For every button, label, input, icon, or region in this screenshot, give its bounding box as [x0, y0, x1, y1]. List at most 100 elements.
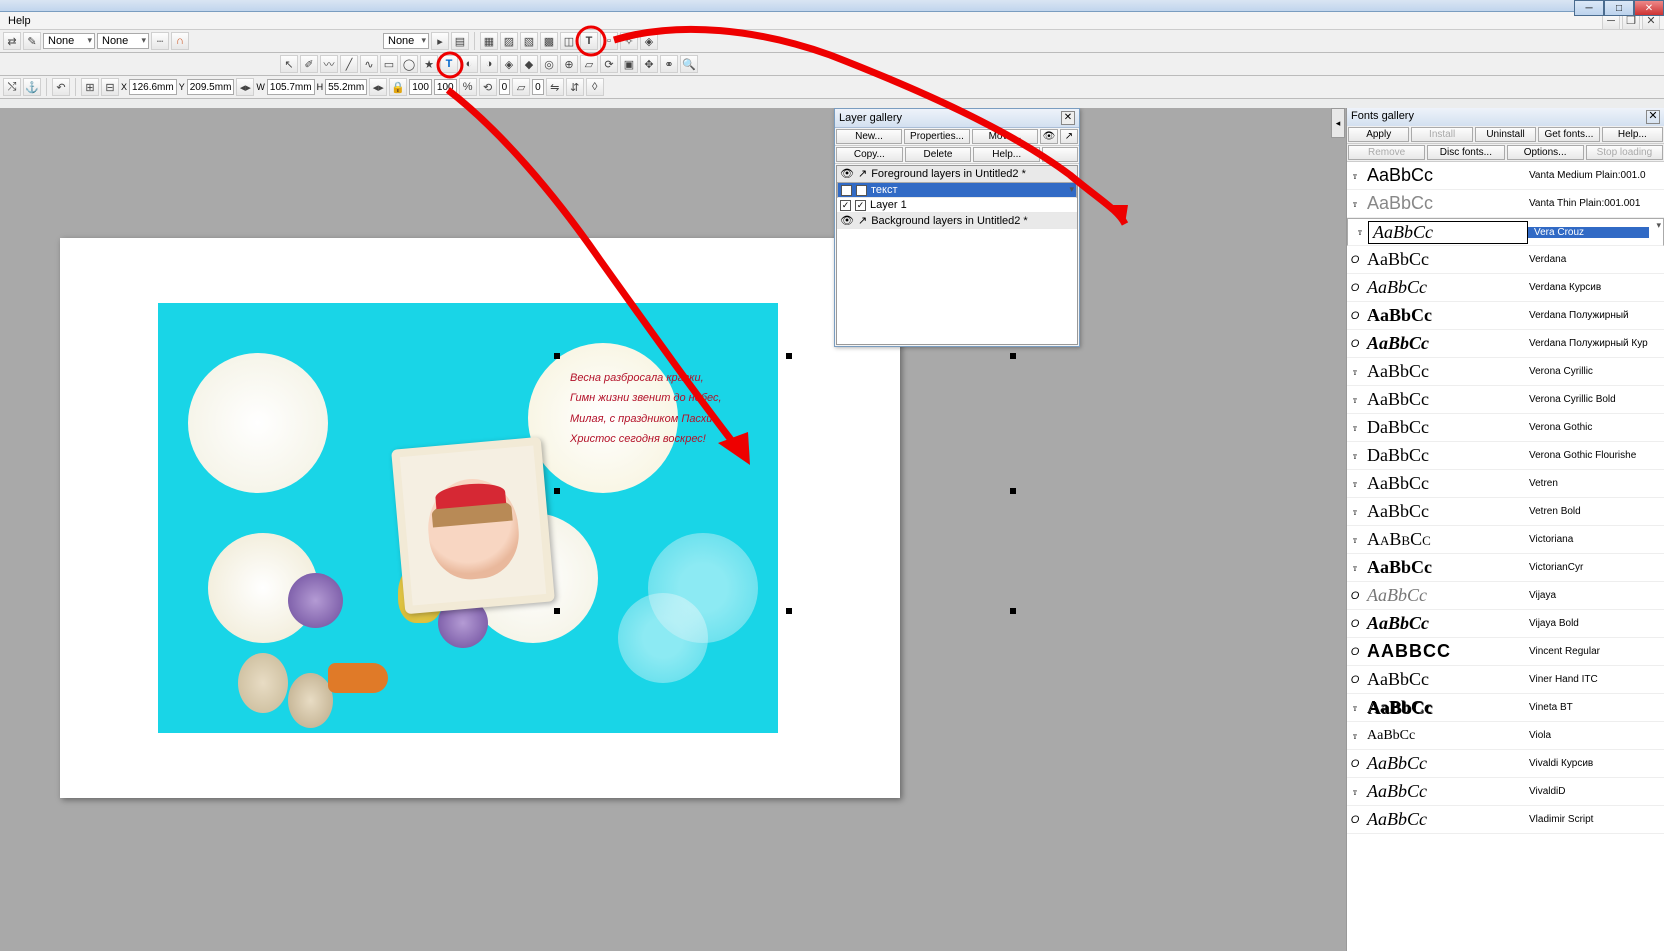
freehand-icon[interactable]: 〰	[320, 55, 338, 73]
text-tool-icon[interactable]: T	[440, 55, 458, 73]
y-coord[interactable]: 209.5mm	[187, 79, 235, 95]
fg-layers-header[interactable]: 👁↗Foreground layers in Untitled2 *	[837, 166, 1077, 182]
angle[interactable]: 0	[499, 79, 511, 95]
properties-button[interactable]: Properties...	[904, 129, 970, 144]
profile-select[interactable]: None	[43, 33, 95, 49]
help-button[interactable]: Help...	[973, 147, 1040, 162]
gallery9-icon[interactable]: ◈	[640, 32, 658, 50]
dash-icon[interactable]: ┄	[151, 32, 169, 50]
font-row[interactable]: тAaBbCcVerona Cyrillic Bold	[1347, 386, 1664, 414]
font-row[interactable]: тAaBbCcVetren	[1347, 470, 1664, 498]
pointer-icon[interactable]: ↖	[280, 55, 298, 73]
rect-icon[interactable]: ▭	[380, 55, 398, 73]
font-row[interactable]: OAaBbCcVijaya Bold	[1347, 610, 1664, 638]
scale2[interactable]: 100	[434, 79, 457, 95]
new-button[interactable]: New...	[836, 129, 902, 144]
font-list[interactable]: тAaBbCcVanta Medium Plain:001.0тAaBbCcVa…	[1347, 162, 1664, 951]
font-row[interactable]: OAaBbCcViner Hand ITC	[1347, 666, 1664, 694]
font-row[interactable]: OAABBCCVincent Regular	[1347, 638, 1664, 666]
delete-button[interactable]: Delete	[905, 147, 972, 162]
pen-icon[interactable]: ✐	[300, 55, 318, 73]
layers-icon[interactable]: ▤	[451, 32, 469, 50]
menu-help[interactable]: Help	[4, 14, 35, 28]
grid2-icon[interactable]: ⊟	[101, 78, 119, 96]
options-button[interactable]: Options...	[1507, 145, 1584, 160]
gallery1-icon[interactable]: ▦	[480, 32, 498, 50]
spin2-icon[interactable]: ◂▸	[369, 78, 387, 96]
push-icon[interactable]: ✥	[640, 55, 658, 73]
curve-icon[interactable]: ∿	[360, 55, 378, 73]
close-button[interactable]: ✕	[1634, 0, 1664, 16]
text-gallery-icon[interactable]: T	[580, 32, 598, 50]
font-row[interactable]: тAaBbCcVictoriana	[1347, 526, 1664, 554]
font-row[interactable]: OAaBbCcVivaldi Курсив	[1347, 750, 1664, 778]
font-row[interactable]: OAaBbCcVerdana Полужирный	[1347, 302, 1664, 330]
profile2-select[interactable]: None	[97, 33, 149, 49]
bevel-icon[interactable]: ◆	[520, 55, 538, 73]
skew-icon[interactable]: ▱	[512, 78, 530, 96]
canvas-area[interactable]: Весна разбросала краски, Гимн жизни звен…	[0, 108, 1346, 951]
live-icon[interactable]: ⟳	[600, 55, 618, 73]
copy-button[interactable]: Copy...	[836, 147, 903, 162]
font-row[interactable]: OAaBbCcVerdana Курсив	[1347, 274, 1664, 302]
percent-icon[interactable]: %	[459, 78, 477, 96]
minimize-button[interactable]: ─	[1574, 0, 1604, 16]
panel-collapse-icon[interactable]: ◂	[1331, 108, 1345, 138]
line-icon[interactable]: ╱	[340, 55, 358, 73]
layer-row-1[interactable]: ✓✓Layer 1	[837, 198, 1077, 213]
lock-icon[interactable]: 🔒	[389, 78, 407, 96]
getfonts-button[interactable]: Get fonts...	[1538, 127, 1599, 142]
w-coord[interactable]: 105.7mm	[267, 79, 315, 95]
font-row[interactable]: OAaBbCcVijaya	[1347, 582, 1664, 610]
font-row[interactable]: тAaBbCcVera Crouz	[1347, 218, 1664, 246]
3d-icon[interactable]: ◊	[586, 78, 604, 96]
grid-icon[interactable]: ⊞	[81, 78, 99, 96]
layer-row-text[interactable]: ✓✓текст	[837, 182, 1077, 198]
scale1[interactable]: 100	[409, 79, 432, 95]
discfonts-button[interactable]: Disc fonts...	[1427, 145, 1504, 160]
font-row[interactable]: тAaBbCcVerona Cyrillic	[1347, 358, 1664, 386]
font-row[interactable]: OAaBbCcVladimir Script	[1347, 806, 1664, 834]
gallery7-icon[interactable]: ▫	[600, 32, 618, 50]
zoom-icon[interactable]: 🔍	[680, 55, 698, 73]
flip-v-icon[interactable]: ⇵	[566, 78, 584, 96]
bg-layers-header[interactable]: 👁↗Background layers in Untitled2 *	[837, 213, 1077, 229]
h-coord[interactable]: 55.2mm	[325, 79, 367, 95]
font-row[interactable]: тAaBbCcVictorianCyr	[1347, 554, 1664, 582]
toggle-icon[interactable]: ⇄	[3, 32, 21, 50]
font-row[interactable]: тAaBbCcViola	[1347, 722, 1664, 750]
font-row[interactable]: тAaBbCcVivaldiD	[1347, 778, 1664, 806]
contour-icon[interactable]: ◎	[540, 55, 558, 73]
poem-text[interactable]: Весна разбросала краски, Гимн жизни звен…	[570, 368, 722, 449]
font-row[interactable]: тAaBbCcVineta BT	[1347, 694, 1664, 722]
font-row[interactable]: тAaBbCcVanta Medium Plain:001.0	[1347, 162, 1664, 190]
ellipse-icon[interactable]: ◯	[400, 55, 418, 73]
flip-h-icon[interactable]: ⇋	[546, 78, 564, 96]
transp-icon[interactable]: ◑	[480, 55, 498, 73]
fill-icon[interactable]: ◐	[460, 55, 478, 73]
arrow-icon[interactable]: ↗	[1060, 129, 1078, 144]
move-button[interactable]: Move...	[972, 129, 1038, 144]
font-row[interactable]: тDaBbCcVerona Gothic	[1347, 414, 1664, 442]
skew[interactable]: 0	[532, 79, 544, 95]
star-icon[interactable]: ★	[420, 55, 438, 73]
play-icon[interactable]: ▸	[431, 32, 449, 50]
style-select[interactable]: None	[383, 33, 429, 49]
shadow-icon[interactable]: ◈	[500, 55, 518, 73]
spin-icon[interactable]: ◂▸	[236, 78, 254, 96]
eye-icon[interactable]: 👁	[1040, 129, 1058, 144]
photo-icon[interactable]: ▣	[620, 55, 638, 73]
fonts-help-button[interactable]: Help...	[1602, 127, 1663, 142]
undo-icon[interactable]: ↶	[52, 78, 70, 96]
gallery8-icon[interactable]: ✧	[620, 32, 638, 50]
font-row[interactable]: OAaBbCcVerdana Полужирный Кур	[1347, 330, 1664, 358]
blend-icon[interactable]: ⊕	[560, 55, 578, 73]
close-icon[interactable]: ✕	[1646, 110, 1660, 124]
swap-icon[interactable]: ⤭	[3, 78, 21, 96]
layer-gallery-panel[interactable]: Layer gallery✕ New... Properties... Move…	[834, 108, 1080, 347]
magnet-icon[interactable]: ∩	[171, 32, 189, 50]
link-icon[interactable]: ⚭	[660, 55, 678, 73]
maximize-button[interactable]: □	[1604, 0, 1634, 16]
brush-icon[interactable]: ✎	[23, 32, 41, 50]
apply-button[interactable]: Apply	[1348, 127, 1409, 142]
